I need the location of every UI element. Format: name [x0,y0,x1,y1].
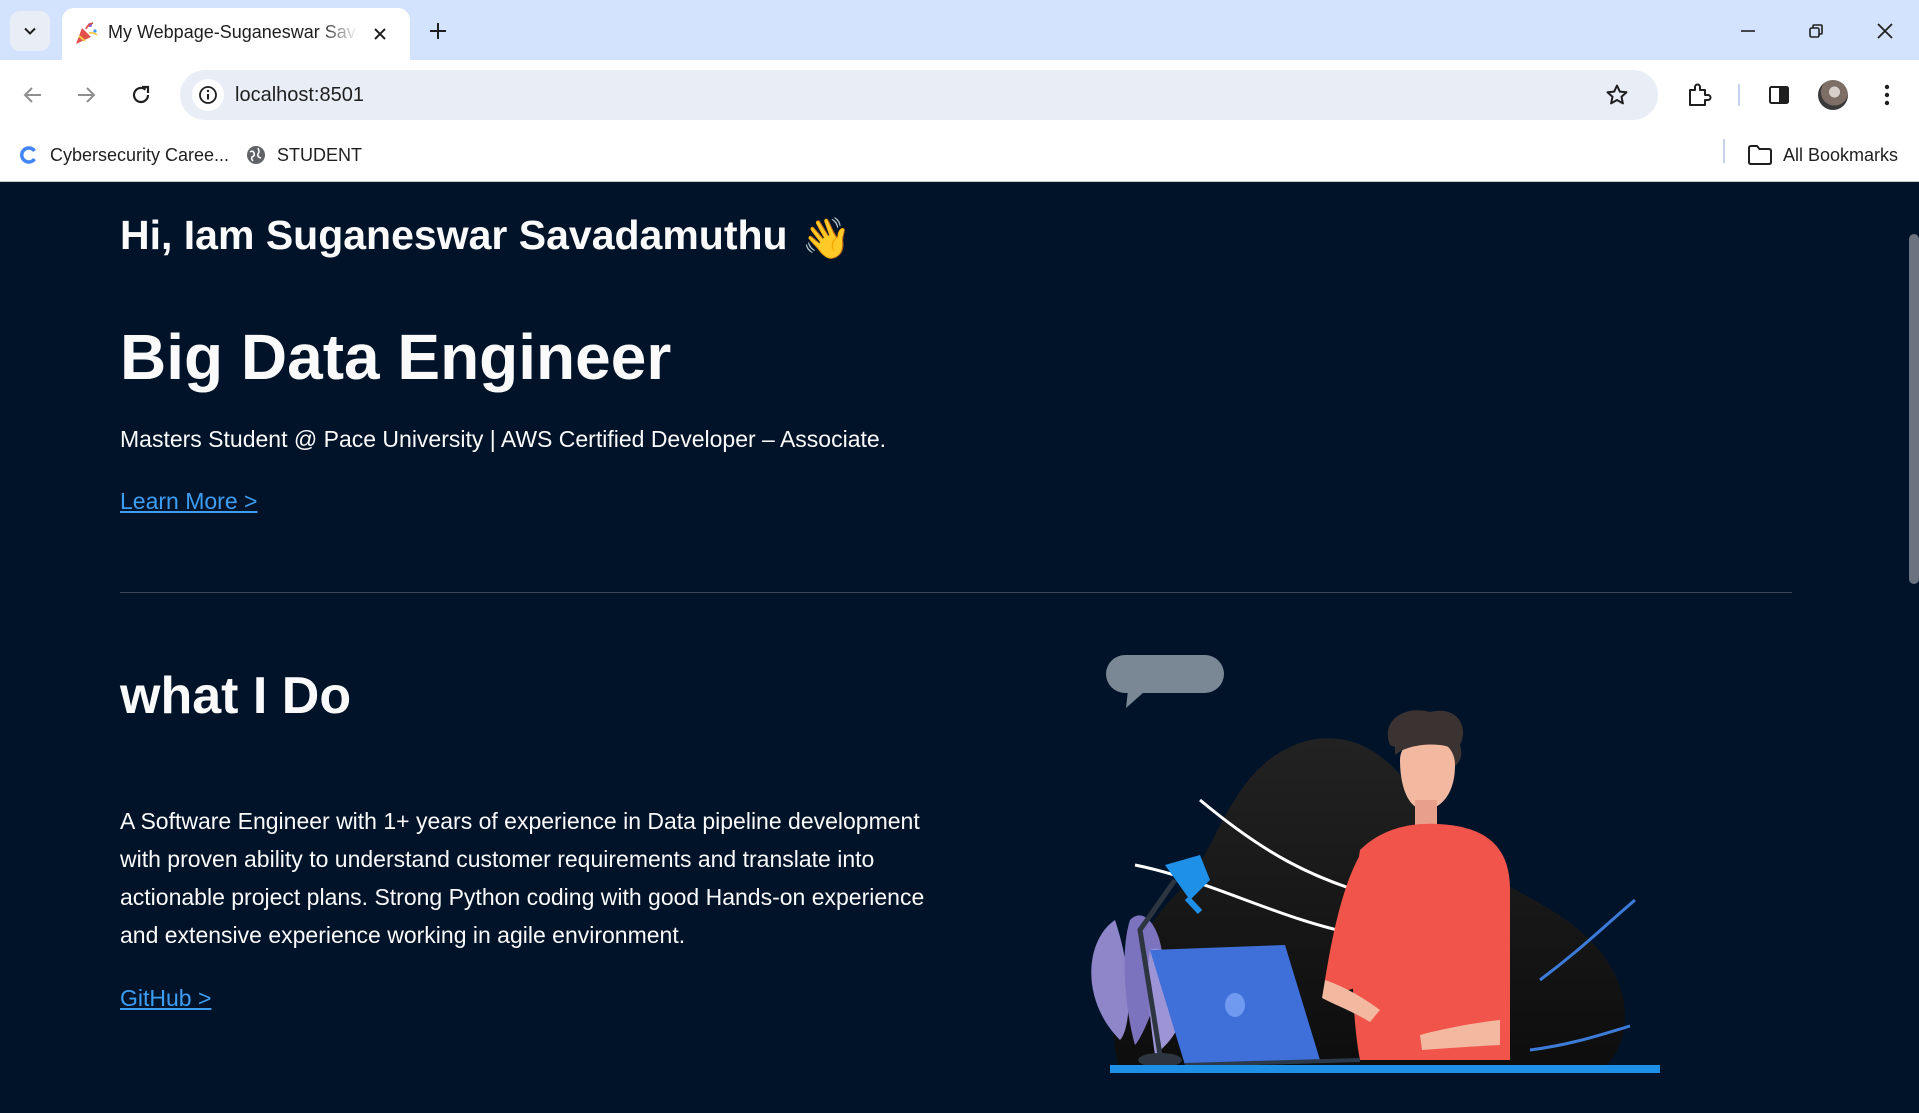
role-title: Big Data Engineer [120,321,672,393]
arrow-right-icon [78,87,96,103]
globe-icon [245,144,267,166]
plus-icon [430,23,446,39]
menu-button[interactable] [1870,78,1904,112]
bookmarks-separator [1723,139,1725,163]
bookmarks-bar: Cybersecurity Caree... STUDENT All Bookm… [0,130,1919,180]
tab-search-button[interactable] [10,11,50,51]
waving-hand-emoji: 👋 [801,216,852,261]
all-bookmarks-label: All Bookmarks [1783,144,1899,165]
github-link[interactable]: GitHub > [120,985,211,1012]
restore-icon [1809,24,1823,38]
restore-button[interactable] [1799,14,1833,48]
section-title: what I Do [120,667,352,725]
forward-button[interactable] [69,78,103,112]
about-description: A Software Engineer with 1+ years of exp… [120,808,925,948]
url-text[interactable]: localhost:8501 [235,84,364,107]
party-popper-icon [76,22,98,44]
hero-subtitle: Masters Student @ Pace University | AWS … [120,426,887,452]
star-icon [1606,84,1628,105]
side-panel-icon [1769,86,1789,104]
minimize-button[interactable] [1731,14,1765,48]
minimize-icon [1741,30,1755,32]
reload-button[interactable] [124,78,158,112]
reload-icon [132,85,150,104]
site-info-button[interactable] [192,79,224,111]
folder-icon [1747,144,1773,166]
close-tab-button[interactable] [368,22,392,46]
all-bookmarks-button[interactable]: All Bookmarks [1747,140,1898,170]
bookmark-label: STUDENT [277,144,362,165]
more-vertical-icon [1884,84,1890,106]
chrome-c-icon [18,144,40,166]
chevron-down-icon [24,27,36,35]
extensions-button[interactable] [1682,78,1716,112]
tab-strip: My Webpage-Suganeswar Savadamuthu [0,0,1919,60]
page-scrollbar[interactable] [1909,234,1919,584]
active-tab[interactable]: My Webpage-Suganeswar Savadamuthu [62,8,410,60]
bookmark-label: Cybersecurity Caree... [50,144,230,165]
bookmark-student[interactable]: STUDENT [245,140,362,170]
greeting-heading: Hi, Iam Suganeswar Savadamuthu 👋 [120,212,851,262]
side-panel-button[interactable] [1762,78,1796,112]
new-tab-button[interactable] [424,17,452,45]
bookmark-star-button[interactable] [1602,80,1632,110]
speech-bubble-icon [1106,655,1224,708]
learn-more-link[interactable]: Learn More > [120,488,257,515]
back-button[interactable] [16,78,50,112]
close-icon [1877,23,1893,39]
greeting-text: Hi, Iam Suganeswar Savadamuthu [120,212,788,258]
info-icon [199,86,217,104]
tab-title: My Webpage-Suganeswar Savadamuthu [108,22,358,42]
developer-illustration [1091,655,1660,1073]
section-divider [120,592,1792,593]
address-bar[interactable]: localhost:8501 [180,70,1658,120]
page-content: Hi, Iam Suganeswar Savadamuthu 👋 Big Data… [0,182,1919,1113]
close-window-button[interactable] [1868,14,1902,48]
profile-avatar[interactable] [1818,80,1848,110]
desk-surface [1110,1065,1660,1073]
bookmark-cybersecurity[interactable]: Cybersecurity Caree... [18,140,229,170]
toolbar-separator [1738,84,1740,106]
puzzle-icon [1689,83,1712,106]
close-icon [374,28,386,40]
arrow-left-icon [23,87,41,103]
